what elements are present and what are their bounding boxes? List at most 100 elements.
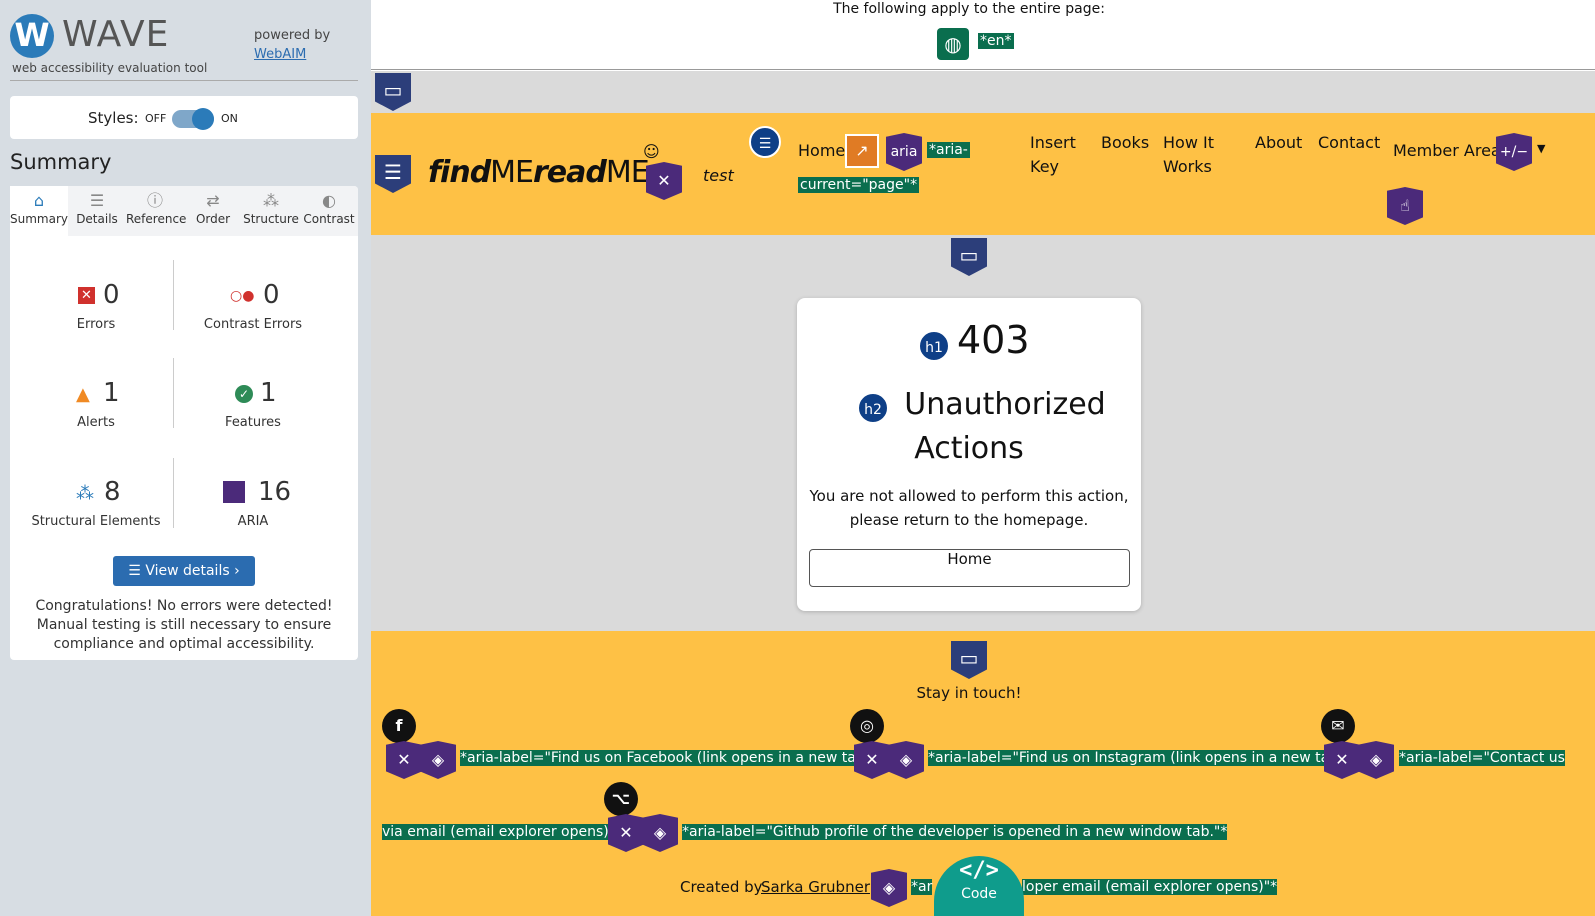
tab-structure-label: Structure: [243, 212, 299, 226]
tab-reference-label: Reference: [126, 212, 187, 226]
wave-logo-text: WAVE: [62, 14, 170, 55]
aria-label-tag-icon[interactable]: ◈: [642, 814, 678, 852]
errors-label: Errors: [76, 317, 116, 332]
github-aria-label: *aria-label="Github profile of the devel…: [682, 824, 1228, 840]
tab-details-label: Details: [76, 212, 118, 226]
structure-icon: ⁂: [263, 191, 279, 210]
user-icon: ☺: [643, 142, 660, 161]
chevron-down-icon[interactable]: ▼: [1537, 142, 1545, 155]
view-details-label: View details ›: [145, 563, 240, 579]
view-details-button[interactable]: ☰ View details ›: [113, 556, 255, 586]
tab-order[interactable]: ⇄ Order: [184, 186, 242, 236]
aria-menu-icon[interactable]: ☝: [1387, 187, 1423, 225]
error-title-2: Actions: [914, 431, 1024, 466]
redundant-link-alert-icon[interactable]: ↗: [845, 134, 879, 168]
styles-label: Styles:: [88, 109, 139, 127]
github-icon[interactable]: ⌥: [604, 782, 638, 816]
aria-hidden-icon[interactable]: ✕: [1324, 741, 1360, 779]
feature-check-icon: ✓: [235, 385, 253, 403]
aria-label-tag-icon[interactable]: ◈: [871, 869, 907, 907]
tab-summary-label: Summary: [10, 212, 68, 226]
nav-home[interactable]: Home: [798, 139, 845, 163]
site-logo[interactable]: findMEreadME: [428, 155, 650, 190]
tab-reference[interactable]: ⓘ Reference: [126, 186, 187, 236]
congratulations-message: Congratulations! No errors were detected…: [35, 598, 333, 652]
aria-current-tag-1: *aria-: [927, 142, 970, 158]
error-message: You are not allowed to perform this acti…: [805, 484, 1133, 532]
page-gray-strip: [371, 71, 1595, 113]
contact-aria-label-2: via email (email explorer opens)"*: [382, 824, 623, 840]
aria-cube-icon: [223, 481, 245, 503]
nav-insert-key-2: Key: [1030, 157, 1060, 176]
h1-badge-icon[interactable]: h1: [918, 330, 950, 362]
stay-in-touch-text: Stay in touch!: [916, 684, 1022, 702]
nav-contact[interactable]: Contact: [1318, 131, 1380, 155]
list-icon: ☰: [89, 191, 105, 210]
nav-how-2: Works: [1163, 157, 1212, 176]
nav-about[interactable]: About: [1255, 131, 1302, 155]
aria-label-tag-icon[interactable]: ◈: [888, 741, 924, 779]
contrast-errors-count: 0: [263, 280, 280, 310]
error-code-heading: 403: [957, 318, 1030, 362]
info-icon: ⓘ: [146, 191, 163, 210]
summary-heading: Summary: [10, 150, 112, 174]
structural-count: 8: [104, 477, 121, 507]
tab-order-label: Order: [195, 212, 231, 226]
instagram-icon[interactable]: ◎: [850, 709, 884, 743]
nav-how-1: How It: [1163, 133, 1214, 152]
error-message-1: You are not allowed to perform this acti…: [809, 487, 1129, 505]
alert-icon: ▲: [76, 384, 90, 405]
tab-structure[interactable]: ⁂ Structure: [242, 186, 300, 236]
aria-hidden-icon[interactable]: ✕: [386, 741, 422, 779]
aria-hidden-icon[interactable]: ✕: [646, 162, 682, 200]
tab-details[interactable]: ☰ Details: [68, 186, 126, 236]
aria-current-tag-2: current="page"*: [798, 177, 920, 193]
nav-books[interactable]: Books: [1101, 131, 1149, 155]
contrast-icon: ◐: [322, 191, 336, 210]
error-message-2: please return to the homepage.: [849, 511, 1089, 529]
nav-how-it-works[interactable]: How It Works: [1163, 131, 1214, 179]
aria-count: 16: [258, 477, 292, 507]
aria-label-tag-icon[interactable]: ◈: [420, 741, 456, 779]
code-toggle-button[interactable]: </> Code: [934, 856, 1024, 916]
author-link[interactable]: Sarka Grubner: [761, 878, 870, 896]
styles-off-label: OFF: [145, 112, 167, 125]
order-icon: ⇄: [206, 191, 220, 210]
aria-expanded-icon[interactable]: +/−: [1496, 133, 1532, 171]
nav-member-area[interactable]: Member Area: [1393, 139, 1501, 163]
alerts-count: 1: [103, 378, 120, 408]
aria-hidden-icon[interactable]: ✕: [608, 814, 644, 852]
code-label: Code: [961, 886, 997, 902]
styles-toggle-knob[interactable]: [192, 108, 214, 130]
nav-insert-key[interactable]: Insert Key: [1030, 131, 1076, 179]
email-icon[interactable]: ✉: [1321, 709, 1355, 743]
user-name: test: [703, 166, 734, 185]
features-label: Features: [225, 415, 281, 430]
home-icon: ⌂: [33, 191, 45, 210]
aria-label: ARIA: [237, 514, 269, 529]
brand-read: read: [533, 155, 607, 190]
facebook-aria-label: *aria-label="Find us on Facebook (link o…: [460, 750, 884, 766]
tab-summary[interactable]: ⌂ Summary: [10, 186, 68, 236]
nav-list-icon[interactable]: ☰: [749, 126, 781, 158]
webaim-link[interactable]: WebAIM: [254, 47, 306, 62]
home-button[interactable]: Home: [809, 549, 1130, 587]
features-count: 1: [260, 378, 277, 408]
error-icon: ✕: [78, 287, 95, 304]
dev-email-aria-label-b: loper email (email explorer opens)"*: [1022, 879, 1278, 895]
list-icon: ☰: [128, 563, 146, 579]
structural-label: Structural Elements: [31, 514, 161, 529]
created-by-text: Created by: [680, 878, 763, 896]
contrast-error-icon: ○●: [230, 288, 255, 304]
tab-contrast[interactable]: ◐ Contrast: [300, 186, 358, 236]
errors-count: 0: [103, 280, 120, 310]
aria-badge-icon[interactable]: aria: [886, 133, 922, 171]
contact-aria-label-1: *aria-label="Contact us: [1399, 750, 1565, 766]
brand-me-1: ME: [490, 155, 534, 190]
facebook-icon[interactable]: f: [382, 709, 416, 743]
aria-label-tag-icon[interactable]: ◈: [1358, 741, 1394, 779]
applies-to-page-text: The following apply to the entire page:: [833, 1, 1105, 17]
powered-by-label: powered by: [254, 28, 331, 43]
language-globe-icon[interactable]: ◍: [937, 28, 969, 60]
aria-hidden-icon[interactable]: ✕: [854, 741, 890, 779]
